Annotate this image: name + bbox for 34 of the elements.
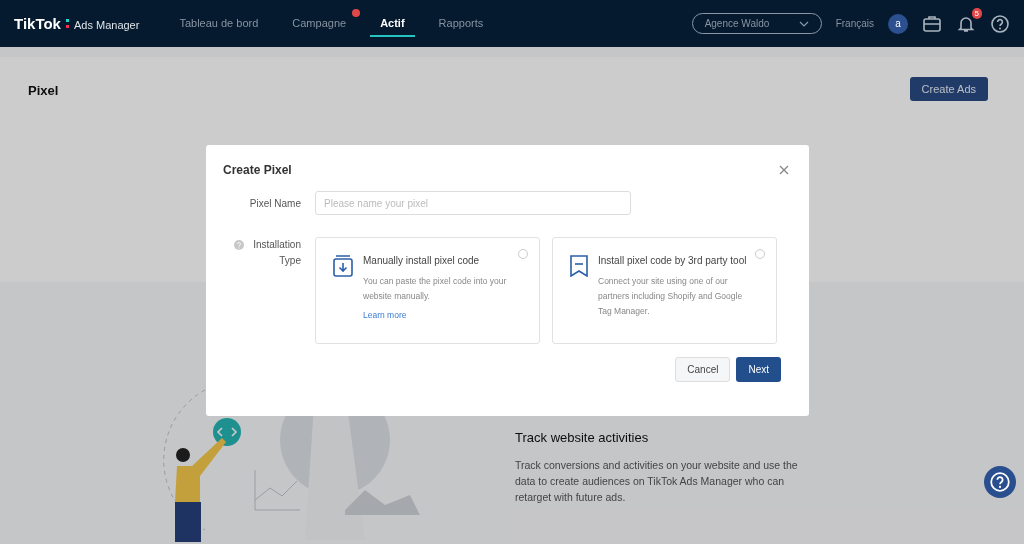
close-icon[interactable] [779, 165, 789, 175]
field-label: Pixel Name [248, 197, 301, 209]
download-box-icon [333, 255, 353, 277]
learn-more-link[interactable]: Learn more [363, 310, 407, 320]
logo-subtitle: Ads Manager [73, 19, 140, 31]
next-button[interactable]: Next [736, 357, 781, 382]
create-ads-button[interactable]: Create Ads [909, 77, 988, 101]
help-icon[interactable] [990, 13, 1010, 34]
cancel-button[interactable]: Cancel [675, 357, 731, 382]
feature-description: Track conversions and activities on your website and use the data to create audiences on TikTok Ads Manager who can retarget with future ads. [515, 458, 799, 505]
bookmark-icon [570, 255, 588, 277]
logo-dots-icon [65, 19, 69, 28]
notification-count: 5 [971, 7, 982, 19]
option-description: You can paste the pixel code into your website manually. [363, 275, 508, 303]
field-label: Installation Type [252, 238, 301, 268]
installation-option-card[interactable]: Manually install pixel code You can paste the pixel code into your website manually. Learn more [315, 237, 540, 344]
option-title: Manually install pixel code [363, 255, 481, 266]
installation-option-card[interactable]: Install pixel code by 3rd party tool Connect your site using one of our partners including Shopify and Google Tag Manager. [552, 237, 777, 344]
feature-title: Track website activities [515, 430, 650, 445]
language-link[interactable]: Français [835, 18, 874, 29]
nav-tab[interactable]: Rapports [428, 10, 494, 35]
dialog-title: Create Pixel [223, 163, 292, 177]
nav-tab[interactable]: Actif [370, 10, 415, 37]
briefcase-icon[interactable] [922, 13, 942, 34]
option-description: Connect your site using one of our partners including Shopify and Google Tag Manager. [598, 275, 744, 318]
pixel-name-input[interactable]: Please name your pixel [315, 191, 631, 215]
page-title: Pixel [28, 82, 59, 98]
nav-tab[interactable]: Tableau de bord [169, 10, 269, 35]
avatar[interactable]: a [888, 13, 908, 34]
logo[interactable]: TikTok [14, 15, 61, 32]
chevron-down-icon [798, 20, 809, 27]
nav-tab[interactable]: Campagne [282, 10, 357, 35]
option-title: Install pixel code by 3rd party tool [598, 255, 748, 266]
help-button[interactable] [984, 466, 1016, 498]
